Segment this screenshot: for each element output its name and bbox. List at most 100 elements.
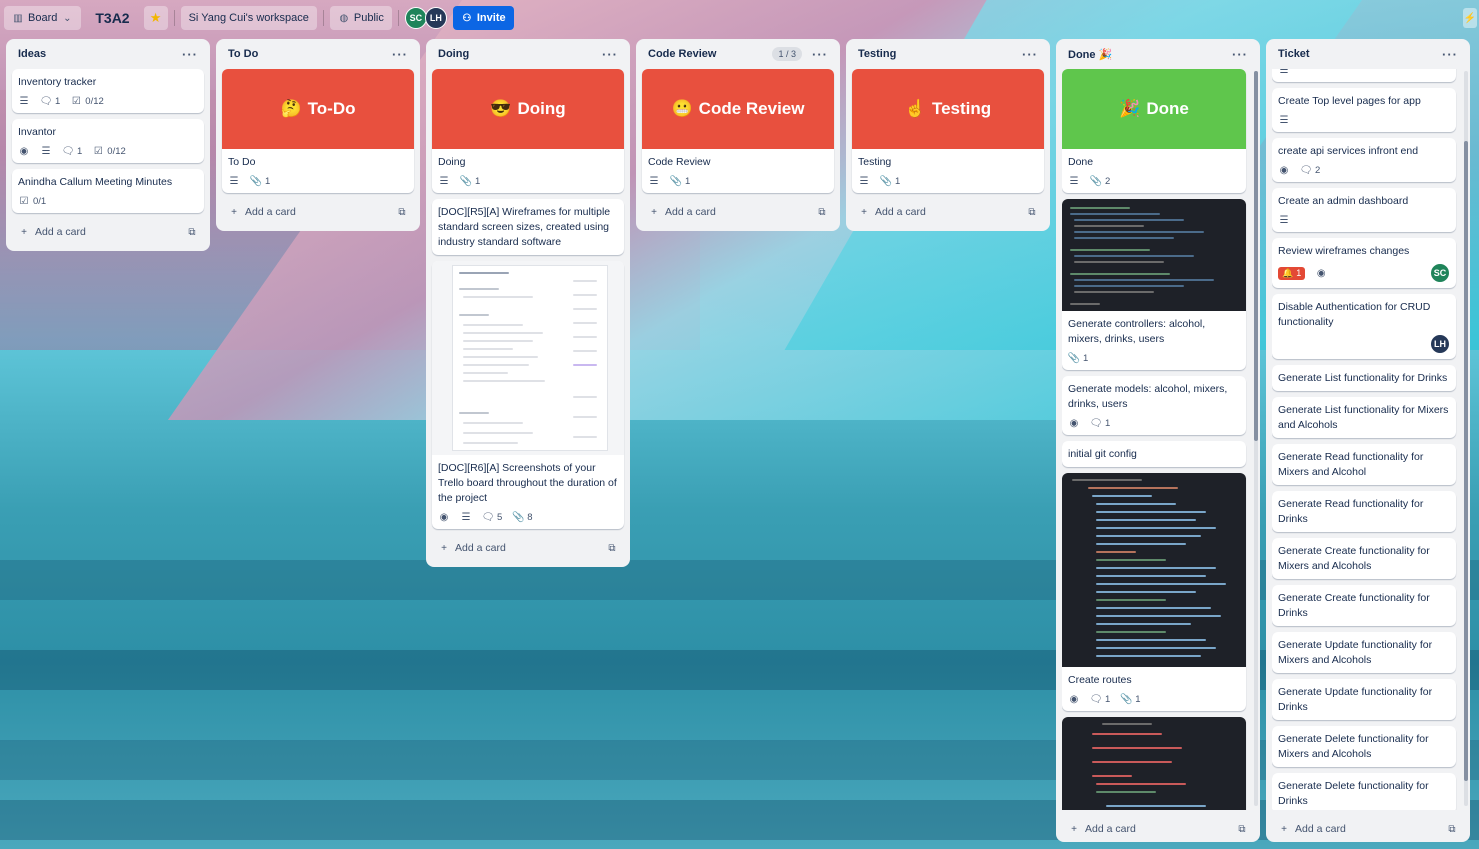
more-icon[interactable]: ··· xyxy=(812,47,828,62)
add-card-button[interactable]: + Add a card ⧉ xyxy=(222,199,414,225)
comment-icon: 🗨 xyxy=(481,511,495,523)
card-title: [DOC][R6][A] Screenshots of your Trello … xyxy=(438,462,617,504)
workspace-button[interactable]: Si Yang Cui's workspace xyxy=(180,6,317,30)
card-title: Generate Read functionality for Mixers a… xyxy=(1278,451,1424,478)
card[interactable]: ☝ Testing Testing ☰ 📎 1 xyxy=(852,69,1044,193)
template-icon[interactable]: ⧉ xyxy=(186,226,198,238)
add-card-button[interactable]: + Add a card ⧉ xyxy=(432,535,624,561)
card[interactable]: Create an admin dashboard ☰ xyxy=(1272,188,1456,232)
card[interactable]: [DOC][R6][A] Screenshots of your Trello … xyxy=(432,261,624,529)
add-card-button[interactable]: + Add a card ⧉ xyxy=(12,219,204,245)
checklist-count: 0/12 xyxy=(85,95,104,107)
attachment-icon: 📎 xyxy=(459,175,473,187)
template-icon[interactable]: ⧉ xyxy=(1446,823,1458,835)
list-header[interactable]: Code Review 1 / 3 ··· xyxy=(642,39,834,69)
list-title[interactable]: Code Review xyxy=(648,48,716,60)
card-title: Code Review xyxy=(648,156,711,168)
list-scrollbar[interactable] xyxy=(1464,71,1468,806)
card[interactable]: Generate Create functionality for Drinks xyxy=(1272,585,1456,626)
card[interactable]: ☰ xyxy=(1272,69,1456,82)
more-icon[interactable]: ··· xyxy=(1442,47,1458,62)
card[interactable]: 🎉 Done Done ☰ 📎 2 xyxy=(1062,69,1246,193)
add-user-icon: ⚇ xyxy=(462,12,472,24)
list-title[interactable]: To Do xyxy=(228,48,258,60)
list-header[interactable]: To Do ··· xyxy=(222,39,414,69)
card[interactable]: Generate Delete functionality for Drinks xyxy=(1272,773,1456,810)
list-scrollbar[interactable] xyxy=(1254,71,1258,806)
list-title[interactable]: Done 🎉 xyxy=(1068,48,1112,61)
more-icon[interactable]: ··· xyxy=(1232,47,1248,62)
comment-icon: 🗨 xyxy=(1299,164,1313,176)
list-header[interactable]: Testing ··· xyxy=(852,39,1044,69)
card[interactable]: initial git config xyxy=(1062,441,1246,467)
card[interactable]: Generate List functionality for Drinks xyxy=(1272,365,1456,391)
more-icon[interactable]: ··· xyxy=(602,47,618,62)
card[interactable]: create api services infront end ◉ 🗨 2 xyxy=(1272,138,1456,182)
card[interactable]: Generate controllers: alcohol, mixers, d… xyxy=(1062,199,1246,370)
card-title: Generate Update functionality for Drinks xyxy=(1278,686,1433,713)
avatar[interactable]: SC xyxy=(404,7,427,29)
board-canvas: Ideas ··· Inventory tracker ☰ 🗨 1 ☑ 0/12 I… xyxy=(6,39,1479,849)
card[interactable]: Generate Update functionality for Mixers… xyxy=(1272,632,1456,673)
card[interactable]: Generate models: alcohol, mixers, drinks… xyxy=(1062,376,1246,435)
card-title: Doing xyxy=(438,156,466,168)
comment-count: 5 xyxy=(497,511,503,523)
menu-toggle-icon[interactable]: ⚡ xyxy=(1463,8,1477,28)
add-card-button[interactable]: + Add a card ⧉ xyxy=(642,199,834,225)
invite-button[interactable]: ⚇ Invite xyxy=(452,6,514,30)
list-header[interactable]: Ticket ··· xyxy=(1272,39,1464,69)
card[interactable]: Review wireframes changes 🔔 1 ◉ SC xyxy=(1272,238,1456,288)
card[interactable]: Anindha Callum Meeting Minutes ☑ 0/1 xyxy=(12,169,204,213)
list-header[interactable]: Doing ··· xyxy=(432,39,624,69)
list-title[interactable]: Ticket xyxy=(1278,48,1310,60)
description-icon: ☰ xyxy=(229,175,239,187)
more-icon[interactable]: ··· xyxy=(392,47,408,62)
globe-icon: ◍ xyxy=(339,12,349,24)
card-title: Invantor xyxy=(18,126,56,138)
more-icon[interactable]: ··· xyxy=(182,47,198,62)
template-icon[interactable]: ⧉ xyxy=(396,206,408,218)
avatar[interactable]: LH xyxy=(424,7,447,29)
card[interactable]: Inventory tracker ☰ 🗨 1 ☑ 0/12 xyxy=(12,69,204,113)
avatar[interactable]: SC xyxy=(1430,263,1450,283)
list-title[interactable]: Testing xyxy=(858,48,896,60)
add-card-button[interactable]: + Add a card ⧉ xyxy=(1272,816,1464,842)
card[interactable]: Create routes ◉ 🗨 1 📎 1 xyxy=(1062,473,1246,711)
card[interactable]: Generate Read functionality for Mixers a… xyxy=(1272,444,1456,485)
card[interactable]: Generate Delete functionality for Mixers… xyxy=(1272,726,1456,767)
card[interactable]: Generate Read functionality for Drinks xyxy=(1272,491,1456,532)
card[interactable]: [DOC][R5][A] Wireframes for multiple sta… xyxy=(432,199,624,255)
template-icon[interactable]: ⧉ xyxy=(606,542,618,554)
card[interactable]: Invantor ◉ ☰ 🗨 1 ☑ 0/12 xyxy=(12,119,204,163)
board-title[interactable]: T3A2 xyxy=(87,10,137,26)
visibility-button[interactable]: ◍ Public xyxy=(329,6,392,30)
view-switcher-button[interactable]: ▥ Board ⌄ xyxy=(4,6,82,30)
star-icon[interactable]: ★ xyxy=(143,6,168,30)
add-card-button[interactable]: + Add a card ⧉ xyxy=(852,199,1044,225)
attachment-count: 1 xyxy=(685,175,691,187)
card[interactable]: Disable Authentication for CRUD function… xyxy=(1272,294,1456,359)
card[interactable]: Generate Create functionality for Mixers… xyxy=(1272,538,1456,579)
list-header[interactable]: Done 🎉 ··· xyxy=(1062,39,1254,69)
list-doing: Doing ··· 😎 Doing Doing ☰ 📎 1 [DOC][R5][… xyxy=(426,39,630,567)
list-header[interactable]: Ideas ··· xyxy=(12,39,204,69)
avatar[interactable]: LH xyxy=(1430,334,1450,354)
attachment-count: 1 xyxy=(265,175,271,187)
list-title[interactable]: Doing xyxy=(438,48,469,60)
template-icon[interactable]: ⧉ xyxy=(1236,823,1248,835)
card[interactable]: 🤔 To-Do To Do ☰ 📎 1 xyxy=(222,69,414,193)
plus-icon: + xyxy=(651,206,657,218)
list-title[interactable]: Ideas xyxy=(18,48,46,60)
add-card-button[interactable]: + Add a card ⧉ xyxy=(1062,816,1254,842)
card[interactable]: Create Top level pages for app ☰ xyxy=(1272,88,1456,132)
card[interactable]: Generate List functionality for Mixers a… xyxy=(1272,397,1456,438)
description-icon: ☰ xyxy=(1069,175,1079,187)
template-icon[interactable]: ⧉ xyxy=(1026,206,1038,218)
more-icon[interactable]: ··· xyxy=(1022,47,1038,62)
card-title: Review wireframes changes xyxy=(1278,245,1410,257)
template-icon[interactable]: ⧉ xyxy=(816,206,828,218)
card[interactable]: 😎 Doing Doing ☰ 📎 1 xyxy=(432,69,624,193)
card[interactable] xyxy=(1062,717,1246,810)
card[interactable]: Generate Update functionality for Drinks xyxy=(1272,679,1456,720)
card[interactable]: 😬 Code Review Code Review ☰ 📎 1 xyxy=(642,69,834,193)
